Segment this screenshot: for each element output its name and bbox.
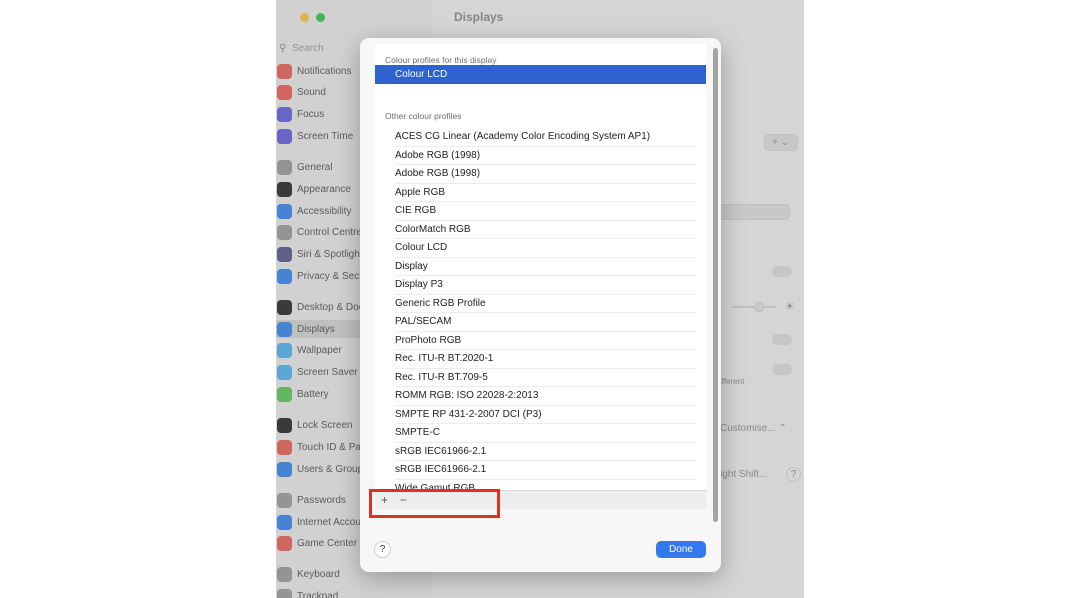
profile-row[interactable]: Rec. ITU-R BT.709-5: [395, 369, 696, 387]
profile-row[interactable]: ColorMatch RGB: [395, 221, 696, 239]
done-button[interactable]: Done: [656, 541, 706, 558]
profile-row[interactable]: ProPhoto RGB: [395, 332, 696, 350]
profile-row[interactable]: ACES CG Linear (Academy Color Encoding S…: [395, 128, 696, 147]
selected-profile-row[interactable]: Colour LCD: [375, 65, 706, 84]
profile-row[interactable]: ROMM RGB: ISO 22028-2:2013: [395, 387, 696, 406]
profile-row[interactable]: Display: [395, 258, 696, 276]
profile-list: Colour profiles for this display Colour …: [375, 44, 706, 509]
profile-row[interactable]: sRGB IEC61966-2.1: [395, 461, 696, 480]
profile-row[interactable]: Generic RGB Profile: [395, 295, 696, 313]
profile-row[interactable]: PAL/SECAM: [395, 313, 696, 332]
highlight-box: [369, 489, 500, 518]
profile-row[interactable]: SMPTE-C: [395, 424, 696, 443]
section-label-this-display: Colour profiles for this display: [385, 55, 497, 65]
profile-row[interactable]: SMPTE RP 431-2-2007 DCI (P3): [395, 406, 696, 424]
section-label-other: Other colour profiles: [385, 111, 462, 121]
profile-row[interactable]: Rec. ITU-R BT.2020-1: [395, 350, 696, 369]
profile-row[interactable]: CIE RGB: [395, 202, 696, 221]
profile-row[interactable]: Adobe RGB (1998): [395, 165, 696, 184]
profile-row[interactable]: Display P3: [395, 276, 696, 295]
profile-row[interactable]: Adobe RGB (1998): [395, 147, 696, 165]
profile-row[interactable]: sRGB IEC61966-2.1: [395, 443, 696, 461]
profile-row[interactable]: Apple RGB: [395, 184, 696, 202]
profile-row[interactable]: Colour LCD: [395, 239, 696, 258]
help-button[interactable]: ?: [374, 541, 391, 558]
scrollbar[interactable]: [713, 48, 718, 522]
